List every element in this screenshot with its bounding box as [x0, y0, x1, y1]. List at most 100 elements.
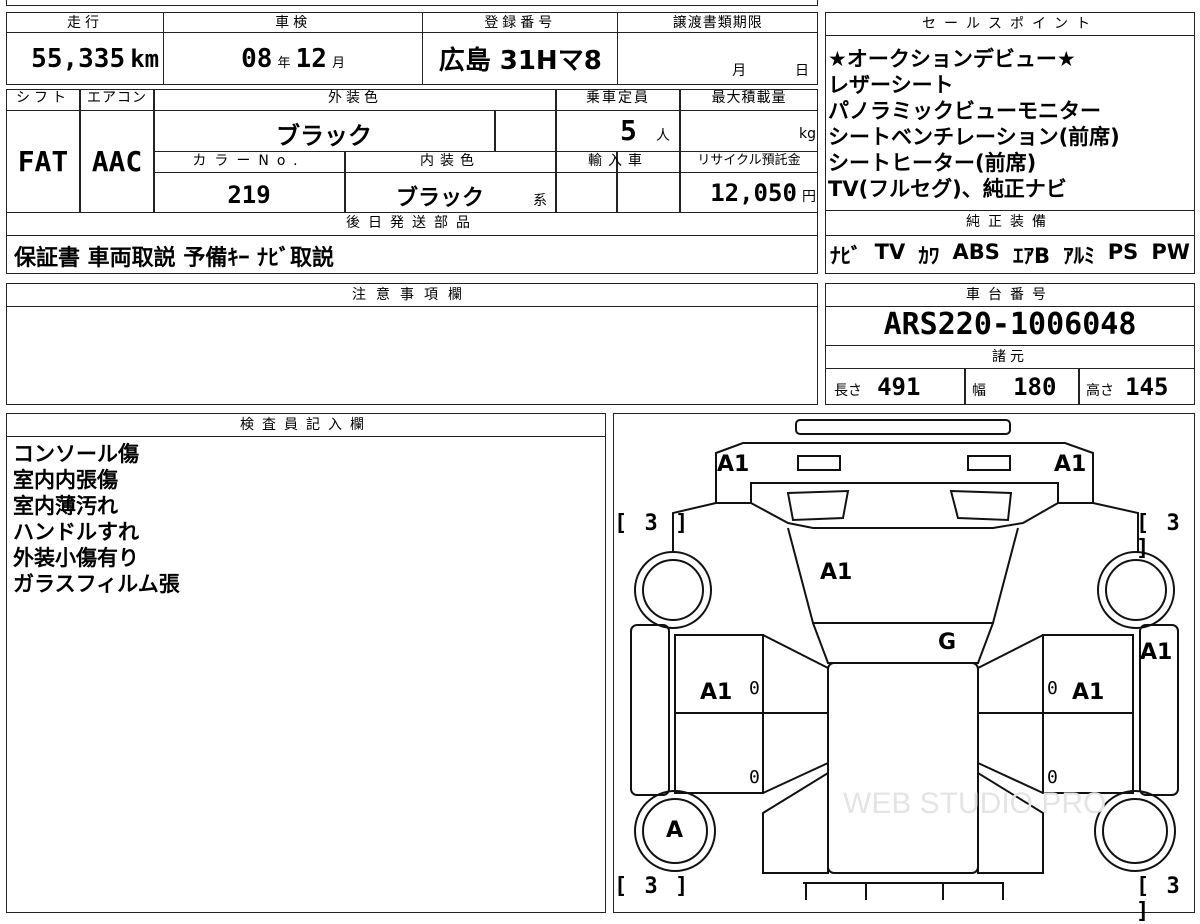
reg-header: 登録番号: [422, 12, 619, 33]
sales-line: ★オークションデビュー★: [828, 47, 1076, 71]
capacity-cell: 5 人: [556, 114, 680, 147]
inspector-header: 検査員記入欄: [240, 417, 372, 433]
height-cell: 高さ 145: [1086, 373, 1194, 401]
sales-line: シートベンチレーション(前席): [828, 125, 1120, 149]
interior-suffix: 系: [533, 193, 547, 209]
chassis-value: ARS220-1006048: [883, 307, 1137, 342]
capacity-header: 乗車定員: [586, 90, 650, 106]
door-mark-zero: 0: [1047, 767, 1058, 788]
aircon-header: エアコン: [87, 90, 147, 106]
sales-line: レザーシート: [828, 73, 954, 97]
door-mark-zero: 0: [749, 678, 760, 699]
maxload-header: 最大積載量: [711, 90, 787, 106]
sales-line: シートヒーター(前席): [828, 151, 1037, 175]
shift-header: シフト: [16, 90, 70, 106]
equipment-item: ﾅﾋﾞ: [830, 244, 862, 268]
inspector-line: 室内内張傷: [13, 468, 118, 492]
top-cut-row: [6, 0, 818, 6]
equipment-item: ｶﾜ: [918, 244, 940, 268]
tire-rear-right: [ 3 ]: [1136, 874, 1182, 924]
door-mark-zero: 0: [1047, 678, 1058, 699]
equipment-header: 純正装備: [966, 214, 1054, 230]
inspector-list: コンソール傷 室内内張傷 室内薄汚れ ハンドルすれ 外装小傷有り ガラスフィルム…: [8, 441, 598, 597]
recycle-unit: 円: [802, 189, 816, 205]
later-value: 保証書 車両取説 予備ｷｰ ﾅﾋﾞ取説: [14, 246, 334, 271]
spec-header: 諸元: [992, 349, 1028, 365]
aircon-value: AAC: [91, 145, 143, 178]
height-label: 高さ: [1086, 383, 1114, 399]
capacity-unit: 人: [656, 128, 670, 144]
width-cell: 幅 180: [972, 373, 1076, 401]
shift-value: FAT: [17, 145, 69, 178]
equipment-item: ABS: [952, 240, 1000, 264]
inspection-year-unit: 年: [277, 55, 291, 71]
roof: [827, 662, 979, 874]
inspector-line: 外装小傷有り: [13, 546, 139, 570]
car-diagram: WEB STUDIO PRO: [630, 419, 1179, 900]
length-label: 長さ: [834, 383, 862, 399]
colorno-value: 219: [227, 181, 271, 209]
height-value: 145: [1125, 373, 1169, 401]
transfer-day: 日: [795, 62, 809, 79]
later-header: 後日発送部品: [346, 215, 478, 231]
inspection-month: 12: [295, 43, 327, 74]
import-header: 輸入車: [588, 153, 648, 169]
capacity-value: 5: [620, 114, 637, 147]
windshield: [812, 622, 994, 664]
mark-left-rear-wheel: A: [666, 818, 684, 843]
recycle-header: リサイクル預託金: [697, 153, 801, 168]
mileage-header: 走行: [5, 12, 165, 33]
sales-header: セールスポイント: [922, 16, 1098, 32]
width-value: 180: [1013, 373, 1057, 401]
inspector-line: ハンドルすれ: [13, 520, 139, 544]
transfer-header: 譲渡書類期限: [617, 12, 818, 33]
right-headlight: [967, 455, 1011, 471]
mark-hood: A1: [820, 560, 853, 585]
inspection-header: 車検: [163, 12, 424, 33]
left-fender: [630, 624, 670, 796]
front-body-outline: [715, 442, 1094, 504]
right-front-wheel: [1097, 551, 1175, 629]
equipment-item: PW: [1151, 240, 1190, 264]
notes-header: 注意事項欄: [352, 287, 472, 303]
colorno-header: カラーNo.: [192, 153, 306, 169]
mark-windshield: G: [938, 630, 957, 655]
mileage-cell: 55,335 km: [5, 32, 165, 85]
width-label: 幅: [972, 383, 986, 399]
mileage-value: 55,335: [31, 43, 126, 74]
transfer-month: 月: [732, 62, 747, 79]
right-lamp: [949, 489, 1013, 522]
left-headlight: [797, 455, 841, 471]
inspector-line: コンソール傷: [13, 442, 139, 466]
mark-left-door: A1: [700, 680, 733, 705]
tire-front-left: [ 3 ]: [614, 511, 691, 536]
inspection-month-unit: 月: [332, 55, 346, 71]
equipment-item: TV: [874, 240, 906, 264]
mark-front-left: A1: [717, 452, 750, 477]
left-lamp: [786, 489, 850, 522]
length-cell: 長さ 491: [834, 373, 962, 401]
interior-header: 内装色: [420, 153, 480, 169]
transfer-cell: 月 日: [617, 32, 818, 85]
vehicle-info-table: 走行 車検 登録番号 譲渡書類期限 55,335 km 08 年 12 月 広島…: [5, 12, 818, 85]
equipment-list: ﾅﾋﾞ TV ｶﾜ ABS ｴｱB ｱﾙﾐ PS PW: [830, 240, 1190, 270]
inspector-line: 室内薄汚れ: [13, 494, 118, 518]
tire-front-right: [ 3 ]: [1136, 511, 1182, 561]
interior-value: ブラック: [395, 186, 484, 211]
mileage-unit: km: [130, 44, 160, 73]
sales-list: ★オークションデビュー★ レザーシート パノラミックビューモニター シートベンチ…: [825, 46, 1195, 202]
left-front-wheel: [634, 551, 712, 629]
inspection-year: 08: [241, 43, 273, 74]
recycle-cell: 12,050 円: [680, 179, 816, 207]
exterior-header: 外装色: [328, 90, 382, 106]
equipment-item: PS: [1107, 240, 1139, 264]
sales-line: パノラミックビューモニター: [828, 99, 1101, 123]
length-value: 491: [877, 373, 921, 401]
hood-top: [750, 502, 1059, 529]
equipment-item: ｱﾙﾐ: [1063, 244, 1095, 268]
inspector-line: ガラスフィルム張: [13, 572, 180, 596]
front-bumper-bar: [795, 419, 1011, 435]
mark-right-fender: A1: [1140, 640, 1173, 665]
equipment-item: ｴｱB: [1012, 244, 1050, 268]
maxload-unit: kg: [799, 126, 816, 142]
